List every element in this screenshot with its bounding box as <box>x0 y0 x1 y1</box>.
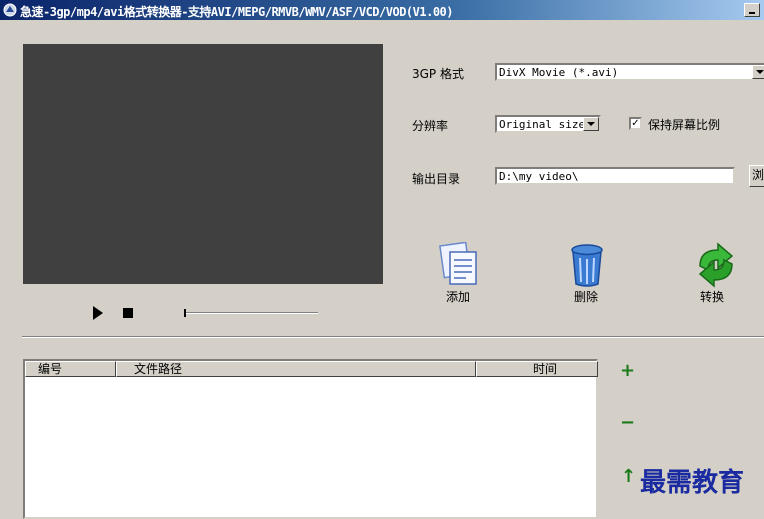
seek-slider[interactable] <box>184 309 318 317</box>
keep-ratio-checkbox[interactable]: ✓ <box>629 117 642 130</box>
column-header-number[interactable]: 编号 <box>25 361 116 377</box>
file-list-header: 编号 文件路径 时间 <box>25 361 598 377</box>
title-bar: 急速-3gp/mp4/avi格式转换器-支持AVI/MEPG/RMVB/WMV/… <box>0 0 764 20</box>
column-header-time[interactable]: 时间 <box>476 361 598 377</box>
column-header-path[interactable]: 文件路径 <box>116 361 476 377</box>
add-button-label: 添加 <box>445 290 470 304</box>
documents-icon <box>439 242 477 285</box>
chevron-down-icon <box>587 122 595 126</box>
minus-icon[interactable]: − <box>620 412 635 433</box>
format-select[interactable]: DivX Movie (*.avi) <box>495 63 764 81</box>
minimize-icon <box>749 12 755 14</box>
file-list[interactable]: 编号 文件路径 时间 <box>23 359 598 519</box>
format-select-value: DivX Movie (*.avi) <box>499 66 619 79</box>
refresh-arrows-icon <box>698 242 734 288</box>
play-icon[interactable] <box>93 306 103 320</box>
output-dir-input[interactable]: D:\my video\ <box>495 167 735 185</box>
convert-button-label: 转换 <box>699 290 724 304</box>
video-preview <box>23 44 383 284</box>
section-divider <box>22 336 764 338</box>
add-button[interactable]: 添加 <box>423 242 493 304</box>
plus-icon[interactable]: + <box>620 360 635 381</box>
convert-button[interactable]: 转换 <box>677 242 747 304</box>
seek-thumb[interactable] <box>184 309 186 317</box>
stop-icon[interactable] <box>123 308 133 318</box>
arrow-up-icon[interactable]: ↑ <box>621 466 636 487</box>
resolution-dropdown-button[interactable] <box>583 117 599 131</box>
chevron-down-icon <box>756 70 764 74</box>
resolution-select-value: Original size <box>499 118 586 131</box>
window-title: 急速-3gp/mp4/avi格式转换器-支持AVI/MEPG/RMVB/WMV/… <box>20 5 454 19</box>
delete-button[interactable]: 删除 <box>551 242 621 304</box>
watermark: 最需教育 <box>640 468 745 498</box>
resolution-label: 分辨率 <box>412 119 449 133</box>
browse-button[interactable]: 浏 <box>749 165 764 187</box>
keep-ratio-label: 保持屏幕比例 <box>648 118 721 132</box>
output-dir-label: 输出目录 <box>412 172 461 186</box>
resolution-select[interactable]: Original size <box>495 115 601 133</box>
app-icon <box>3 3 17 17</box>
recycle-bin-icon <box>571 244 603 287</box>
minimize-button[interactable] <box>744 3 760 17</box>
seek-track <box>184 312 318 314</box>
format-dropdown-button[interactable] <box>752 65 764 79</box>
delete-button-label: 删除 <box>573 290 598 304</box>
format-label: 3GP 格式 <box>412 67 464 81</box>
